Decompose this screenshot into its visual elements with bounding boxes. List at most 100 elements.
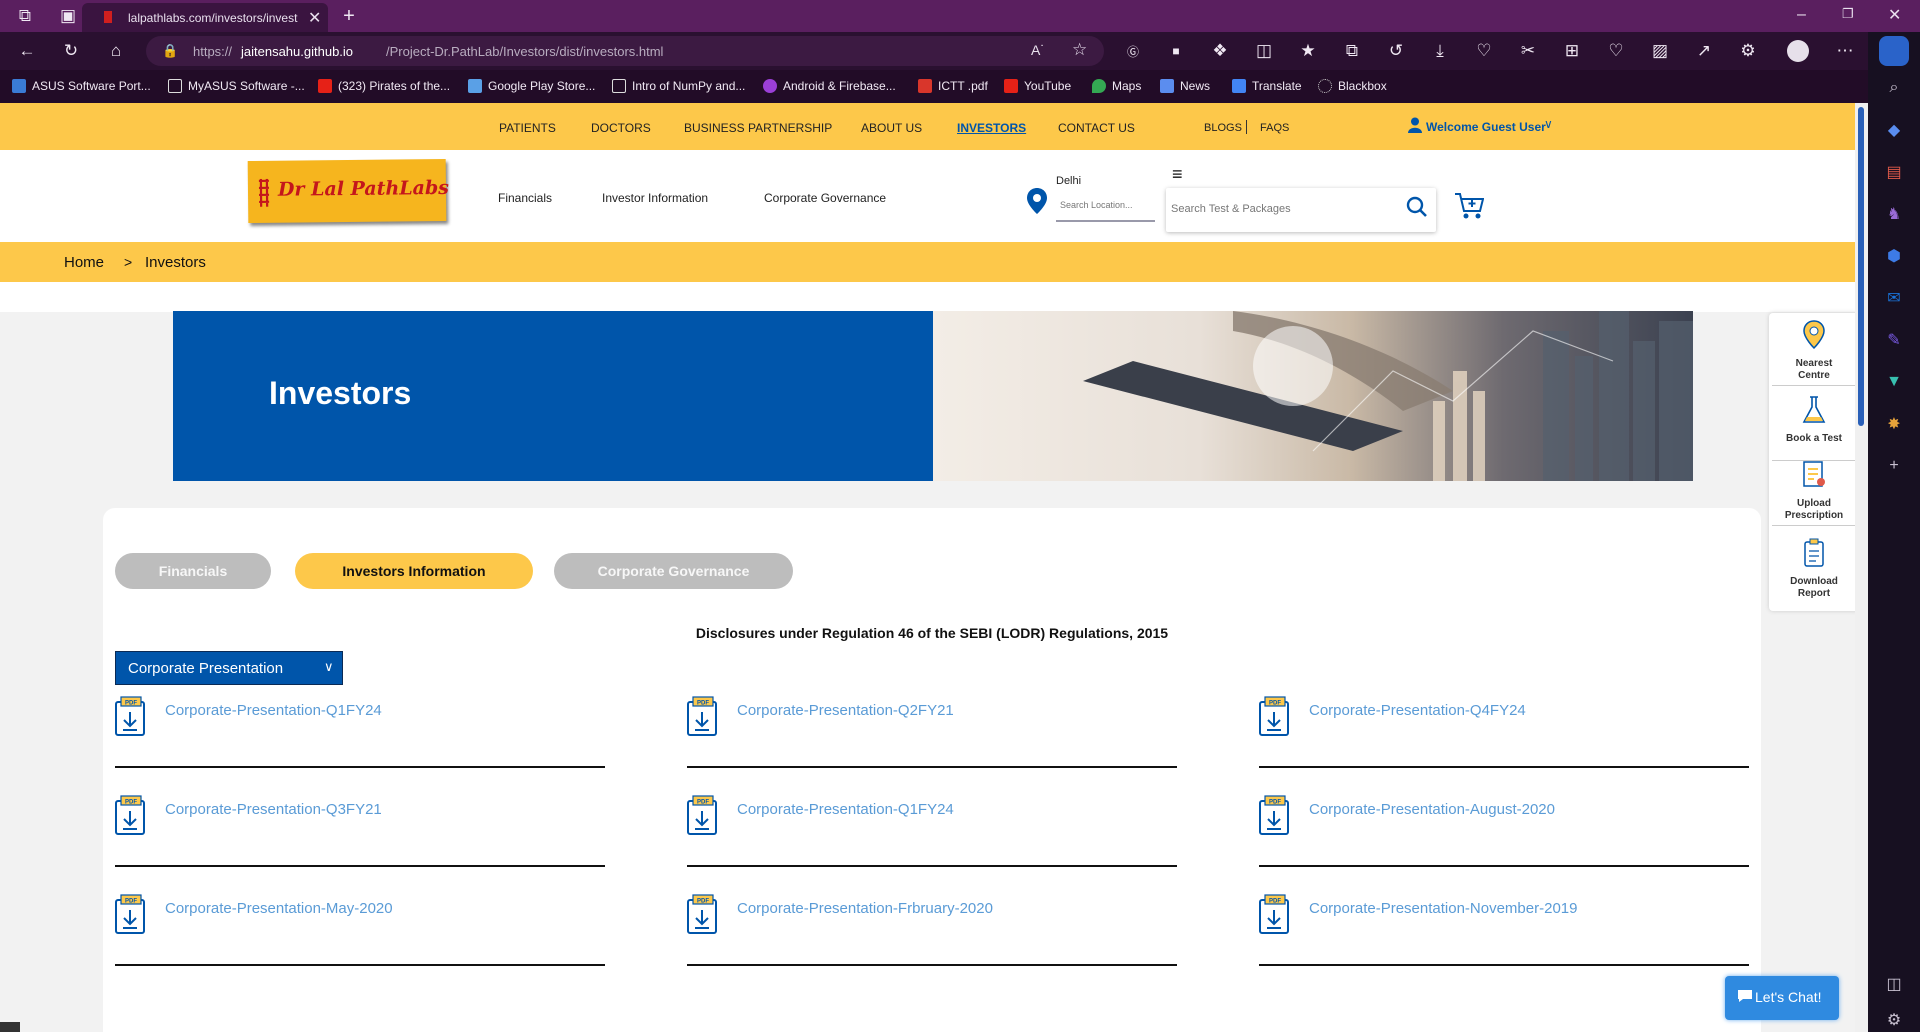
document-item[interactable]: PDF Corporate-Presentation-Q2FY21 xyxy=(687,696,1177,768)
copilot-icon[interactable] xyxy=(1879,36,1909,66)
downloads-icon[interactable]: ⤓ xyxy=(1427,38,1453,64)
hamburger-menu-icon[interactable]: ≡ xyxy=(1172,164,1183,185)
subnav-financials[interactable]: Financials xyxy=(498,191,552,205)
document-item[interactable]: PDF Corporate-Presentation-Q3FY21 xyxy=(115,795,605,867)
download-report-button[interactable]: Download Report xyxy=(1772,532,1856,604)
nav-about-us[interactable]: ABOUT US xyxy=(861,121,922,135)
pdf-download-icon[interactable]: PDF xyxy=(115,795,147,835)
document-item[interactable]: PDF Corporate-Presentation-Q1FY24 xyxy=(687,795,1177,867)
document-link[interactable]: Corporate-Presentation-May-2020 xyxy=(165,900,393,917)
document-link[interactable]: Corporate-Presentation-Q3FY21 xyxy=(165,801,382,818)
nav-patients[interactable]: PATIENTS xyxy=(499,121,556,135)
minimize-icon[interactable]: – xyxy=(1797,6,1806,24)
document-link[interactable]: Corporate-Presentation-Frbruary-2020 xyxy=(737,900,993,917)
category-select[interactable]: Corporate Presentation ∨ xyxy=(115,651,343,685)
tab-financials[interactable]: Financials xyxy=(115,553,271,589)
close-tab-icon[interactable]: ✕ xyxy=(308,8,321,28)
workspaces-icon[interactable]: ⧉ xyxy=(12,3,38,29)
favorite-maps[interactable]: Maps xyxy=(1092,79,1141,93)
pdf-download-icon[interactable]: PDF xyxy=(687,894,719,934)
search-test-input[interactable]: Search Test & Packages xyxy=(1166,188,1436,232)
browser-tab[interactable]: lalpathlabs.com/investors/invest ✕ xyxy=(82,3,328,32)
welcome-guest-user[interactable]: Welcome Guest User xyxy=(1426,120,1546,134)
new-tab-icon[interactable]: + xyxy=(336,3,362,29)
document-link[interactable]: Corporate-Presentation-Q1FY24 xyxy=(737,801,954,818)
pdf-download-icon[interactable]: PDF xyxy=(687,696,719,736)
favorite-star-icon[interactable]: ☆ xyxy=(1072,40,1087,60)
nav-blogs[interactable]: BLOGS xyxy=(1204,122,1242,134)
history-icon[interactable]: ↺ xyxy=(1383,38,1409,64)
book-a-test-button[interactable]: Book a Test xyxy=(1772,389,1856,461)
subnav-investor-information[interactable]: Investor Information xyxy=(602,191,708,205)
drop-icon[interactable]: ▼ xyxy=(1880,368,1908,396)
favorite-news[interactable]: News xyxy=(1160,79,1210,93)
breadcrumb-home[interactable]: Home xyxy=(64,254,104,271)
pdf-download-icon[interactable]: PDF xyxy=(1259,795,1291,835)
document-item[interactable]: PDF Corporate-Presentation-Frbruary-2020 xyxy=(687,894,1177,966)
home-icon[interactable]: ⌂ xyxy=(103,38,129,64)
document-item[interactable]: PDF Corporate-Presentation-November-2019 xyxy=(1259,894,1749,966)
favorite-play-store[interactable]: Google Play Store... xyxy=(468,79,595,93)
scrollbar-thumb[interactable] xyxy=(1858,107,1864,426)
split-screen-icon[interactable]: ◫ xyxy=(1251,38,1277,64)
share-icon[interactable]: ↗ xyxy=(1691,38,1717,64)
document-link[interactable]: Corporate-Presentation-November-2019 xyxy=(1309,900,1577,917)
favorite-asus[interactable]: ASUS Software Port... xyxy=(12,79,151,93)
profile-avatar[interactable] xyxy=(1787,40,1809,62)
restore-icon[interactable]: ❐ xyxy=(1842,6,1854,22)
sidebar-settings-icon[interactable]: ⚙ xyxy=(1880,1006,1908,1032)
pdf-download-icon[interactable]: PDF xyxy=(115,696,147,736)
search-icon[interactable] xyxy=(1406,196,1428,218)
document-item[interactable]: PDF Corporate-Presentation-Q4FY24 xyxy=(1259,696,1749,768)
search-icon[interactable]: ⌕ xyxy=(1880,74,1908,102)
document-link[interactable]: Corporate-Presentation-Q1FY24 xyxy=(165,702,382,719)
chevron-down-icon[interactable]: ∨ xyxy=(1544,117,1553,131)
web-capture-icon[interactable]: ▨ xyxy=(1647,38,1673,64)
favorite-android[interactable]: Android & Firebase... xyxy=(763,79,896,93)
health-icon[interactable]: ♡ xyxy=(1471,38,1497,64)
favorite-myasus[interactable]: MyASUS Software -... xyxy=(168,79,305,93)
microsoft365-icon[interactable]: ⬢ xyxy=(1880,242,1908,270)
pinwheel-icon[interactable]: ✸ xyxy=(1880,410,1908,438)
back-icon[interactable]: ← xyxy=(14,38,40,64)
tab-investors-information[interactable]: Investors Information xyxy=(295,553,533,589)
document-link[interactable]: Corporate-Presentation-Q2FY21 xyxy=(737,702,954,719)
more-options-icon[interactable]: ⋯ xyxy=(1832,38,1858,64)
page-scrollbar[interactable] xyxy=(1855,103,1868,1032)
collections-icon[interactable]: ⧉ xyxy=(1339,38,1365,64)
document-item[interactable]: PDF Corporate-Presentation-May-2020 xyxy=(115,894,605,966)
nav-investors[interactable]: INVESTORS xyxy=(957,121,1026,135)
favorite-numpy[interactable]: Intro of NumPy and... xyxy=(612,79,745,93)
screenshot-icon[interactable]: ✂ xyxy=(1515,38,1541,64)
designer-icon[interactable]: ✎ xyxy=(1880,326,1908,354)
document-link[interactable]: Corporate-Presentation-Q4FY24 xyxy=(1309,702,1526,719)
close-window-icon[interactable]: ✕ xyxy=(1888,5,1901,25)
hide-sidebar-icon[interactable]: ◫ xyxy=(1880,970,1908,998)
dr-lal-pathlabs-logo[interactable]: Dr Lal PathLabs xyxy=(247,158,449,224)
refresh-icon[interactable]: ↻ xyxy=(58,38,84,64)
document-link[interactable]: Corporate-Presentation-August-2020 xyxy=(1309,801,1555,818)
shopping-icon[interactable]: ◆ xyxy=(1880,116,1908,144)
games-icon[interactable]: ♞ xyxy=(1880,200,1908,228)
favorite-ictt[interactable]: ICTT .pdf xyxy=(918,79,988,93)
favorite-pirates[interactable]: (323) Pirates of the... xyxy=(318,79,450,93)
location-input[interactable]: Search Location... xyxy=(1056,190,1155,222)
lets-chat-button[interactable]: Let's Chat! xyxy=(1725,976,1839,1020)
pdf-download-icon[interactable]: PDF xyxy=(687,795,719,835)
document-item[interactable]: PDF Corporate-Presentation-August-2020 xyxy=(1259,795,1749,867)
add-sidebar-app-icon[interactable]: + xyxy=(1880,452,1908,480)
cart-icon[interactable] xyxy=(1454,192,1485,220)
extensions-icon[interactable]: ❖ xyxy=(1207,38,1233,64)
apps-icon[interactable]: ⊞ xyxy=(1559,38,1585,64)
extension-g-icon[interactable]: Ⓖ xyxy=(1120,38,1146,64)
browser-essentials-icon[interactable]: ♡ xyxy=(1603,38,1629,64)
outlook-icon[interactable]: ✉ xyxy=(1880,284,1908,312)
tab-actions-icon[interactable]: ▣ xyxy=(55,3,81,29)
favorite-translate[interactable]: Translate xyxy=(1232,79,1302,93)
document-item[interactable]: PDF Corporate-Presentation-Q1FY24 xyxy=(115,696,605,768)
pdf-download-icon[interactable]: PDF xyxy=(1259,894,1291,934)
favorite-blackbox[interactable]: Blackbox xyxy=(1318,79,1387,93)
upload-prescription-button[interactable]: Upload Prescription xyxy=(1772,454,1856,526)
tools-icon[interactable]: ▤ xyxy=(1880,158,1908,186)
nearest-centre-button[interactable]: Nearest Centre xyxy=(1772,314,1856,386)
